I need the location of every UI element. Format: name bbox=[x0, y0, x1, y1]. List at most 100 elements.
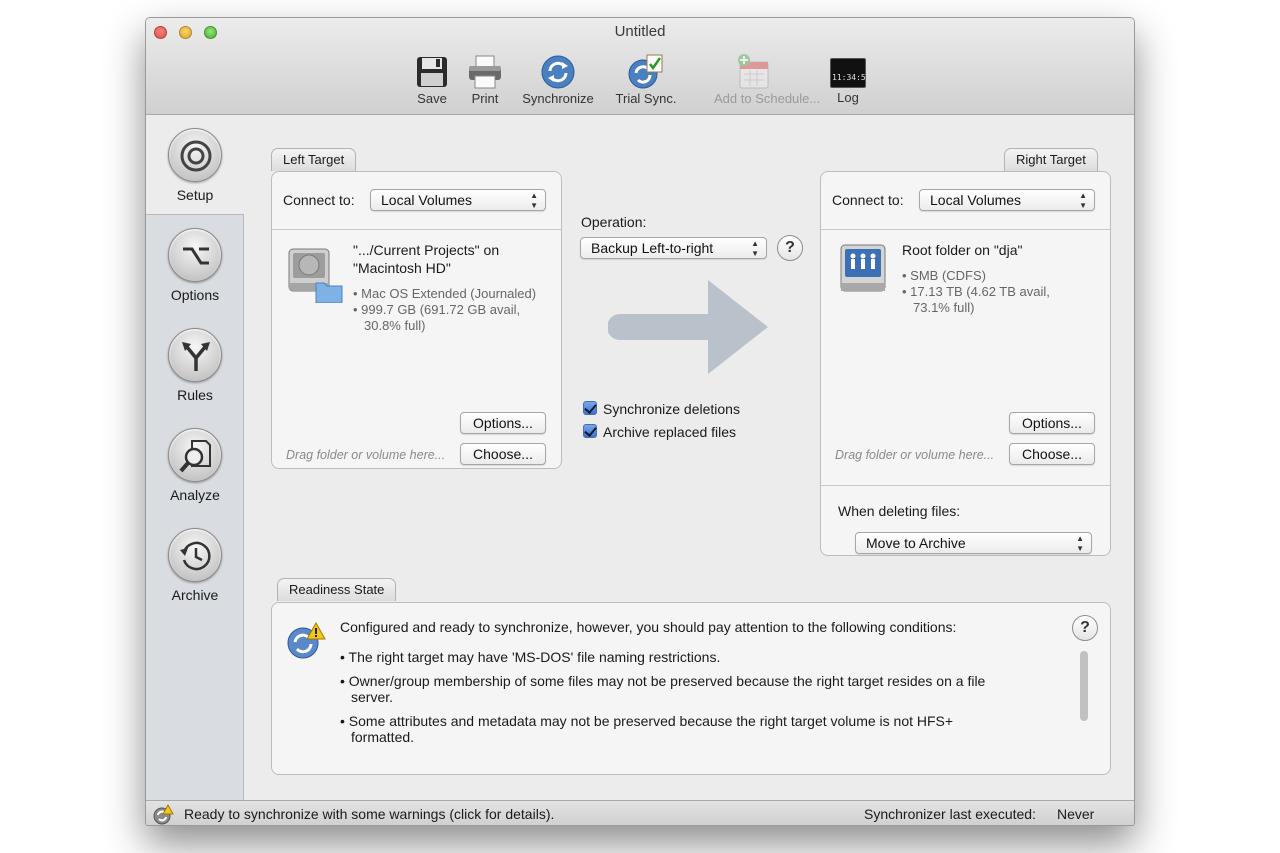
terminal-log-icon: 11:34:5 bbox=[830, 58, 866, 88]
right-choose-button[interactable]: Choose... bbox=[1009, 443, 1095, 465]
right-divider-bottom bbox=[821, 485, 1110, 486]
list-item: • Owner/group membership of some files m… bbox=[340, 673, 1040, 705]
print-label: Print bbox=[471, 91, 499, 106]
sidebar-label-analyze: Analyze bbox=[170, 487, 220, 503]
left-choose-button[interactable]: Choose... bbox=[460, 443, 546, 465]
sync-icon bbox=[541, 55, 575, 89]
last-executed-value: Never bbox=[1057, 806, 1095, 822]
bullet-line: • Owner/group membership of some files m… bbox=[340, 673, 986, 689]
right-target-panel: Connect to: Local Volumes ▲ ▼ Root folder… bbox=[820, 171, 1111, 556]
sidebar-item-setup[interactable]: Setup bbox=[146, 128, 244, 203]
trial-sync-label: Trial Sync. bbox=[615, 91, 677, 106]
popup-arrows-icon: ▲ ▼ bbox=[751, 239, 759, 258]
right-capacity-line2: 73.1% full) bbox=[913, 300, 975, 315]
sidebar-label-options: Options bbox=[170, 287, 220, 303]
right-divider bbox=[821, 229, 1110, 230]
right-format-text: SMB (CDFS) bbox=[910, 268, 987, 283]
sync-deletions-checkbox[interactable] bbox=[583, 401, 597, 415]
left-divider bbox=[272, 229, 561, 230]
log-label: Log bbox=[837, 90, 859, 105]
right-capacity-text: 17.13 TB (4.62 TB avail, bbox=[910, 284, 1050, 299]
calendar-add-icon bbox=[738, 54, 769, 89]
deleting-files-value: Move to Archive bbox=[866, 535, 966, 551]
left-capacity-line2: 30.8% full) bbox=[364, 318, 426, 333]
readiness-headline: Configured and ready to synchronize, how… bbox=[340, 619, 957, 635]
readiness-help-button[interactable]: ? bbox=[1072, 615, 1098, 641]
left-folder-name-line1: ".../Current Projects" on bbox=[353, 242, 500, 258]
readiness-scrollbar[interactable] bbox=[1080, 649, 1088, 759]
popup-arrows-icon: ▲ ▼ bbox=[530, 191, 538, 210]
left-connect-label: Connect to: bbox=[283, 192, 355, 208]
last-executed-label: Synchronizer last executed: bbox=[864, 806, 1036, 822]
readiness-panel: Configured and ready to synchronize, how… bbox=[271, 602, 1111, 775]
deleting-files-label: When deleting files: bbox=[838, 503, 961, 519]
options-button-face bbox=[168, 228, 222, 282]
left-target-tab: Left Target bbox=[271, 148, 357, 171]
readiness-tab: Readiness State bbox=[277, 578, 397, 601]
analyze-button-face bbox=[168, 428, 222, 482]
sidebar-item-archive[interactable]: Archive bbox=[146, 528, 244, 603]
right-capacity-line1: • 17.13 TB (4.62 TB avail, bbox=[902, 284, 1050, 299]
right-target-tab: Right Target bbox=[1004, 148, 1098, 171]
deleting-files-popup[interactable]: Move to Archive ▲ ▼ bbox=[855, 532, 1092, 554]
add-to-schedule-label: Add to Schedule... bbox=[714, 91, 821, 106]
status-sync-warning-icon[interactable] bbox=[152, 804, 174, 826]
sidebar-item-analyze[interactable]: Analyze bbox=[146, 428, 244, 503]
left-folder-name-line2: "Macintosh HD" bbox=[353, 260, 451, 276]
left-format-text: Mac OS Extended (Journaled) bbox=[361, 286, 537, 301]
print-button[interactable]: Print bbox=[445, 54, 525, 106]
readiness-list: • The right target may have 'MS-DOS' fil… bbox=[340, 649, 1060, 759]
operation-label: Operation: bbox=[581, 214, 647, 230]
hard-drive-icon bbox=[288, 248, 343, 303]
synchronize-button[interactable]: Synchronize bbox=[518, 54, 598, 106]
list-item: • Some attributes and metadata may not b… bbox=[340, 713, 1040, 745]
left-options-button[interactable]: Options... bbox=[460, 412, 546, 434]
sidebar-item-options[interactable]: Options bbox=[146, 228, 244, 303]
sync-warning-icon bbox=[287, 621, 326, 659]
sidebar-item-rules[interactable]: Rules bbox=[146, 328, 244, 403]
right-connect-label: Connect to: bbox=[832, 192, 904, 208]
right-connect-value: Local Volumes bbox=[930, 192, 1022, 208]
rules-button-face bbox=[168, 328, 222, 382]
sync-deletions-label[interactable]: Synchronize deletions bbox=[603, 401, 740, 417]
bullet-line: • The right target may have 'MS-DOS' fil… bbox=[340, 649, 721, 665]
bullet-line-cont: formatted. bbox=[351, 729, 415, 745]
log-button[interactable]: 11:34:5 Log bbox=[808, 54, 888, 105]
bullet-line: • Some attributes and metadata may not b… bbox=[340, 713, 954, 729]
sidebar: Setup Options Rules Analyze Archive bbox=[146, 116, 244, 800]
setup-button-face bbox=[168, 128, 222, 182]
popup-arrows-icon: ▲ ▼ bbox=[1079, 191, 1087, 210]
sidebar-label-setup: Setup bbox=[176, 187, 214, 203]
archive-replaced-label[interactable]: Archive replaced files bbox=[603, 424, 736, 440]
app-window: Untitled Save Print Synchronize Trial Sy… bbox=[145, 17, 1135, 826]
trial-sync-button[interactable]: Trial Sync. bbox=[606, 54, 686, 106]
right-folder-name: Root folder on "dja" bbox=[902, 242, 1023, 258]
right-connect-popup[interactable]: Local Volumes ▲ ▼ bbox=[919, 189, 1095, 211]
status-message[interactable]: Ready to synchronize with some warnings … bbox=[184, 806, 554, 822]
printer-icon bbox=[469, 55, 501, 89]
branch-arrows-icon bbox=[182, 342, 210, 371]
left-format: • Mac OS Extended (Journaled) bbox=[353, 286, 537, 301]
left-capacity-line1: • 999.7 GB (691.72 GB avail, bbox=[353, 302, 521, 317]
synchronize-label: Synchronize bbox=[522, 91, 594, 106]
operation-popup[interactable]: Backup Left-to-right ▲ ▼ bbox=[580, 237, 767, 259]
bullet-line-cont: server. bbox=[351, 689, 394, 705]
clock-history-icon bbox=[180, 541, 211, 571]
add-to-schedule-button[interactable]: Add to Schedule... bbox=[714, 54, 821, 106]
right-options-button[interactable]: Options... bbox=[1009, 412, 1095, 434]
list-item: • The right target may have 'MS-DOS' fil… bbox=[340, 649, 1040, 665]
left-connect-popup[interactable]: Local Volumes ▲ ▼ bbox=[370, 189, 546, 211]
left-drag-hint: Drag folder or volume here... bbox=[286, 448, 446, 462]
archive-replaced-checkbox[interactable] bbox=[583, 424, 597, 438]
option-key-icon bbox=[183, 247, 209, 265]
operation-help-button[interactable]: ? bbox=[777, 235, 803, 261]
sidebar-label-rules: Rules bbox=[177, 387, 213, 403]
archive-button-face bbox=[168, 528, 222, 582]
log-icon-text: 11:34:5 bbox=[832, 73, 866, 82]
left-connect-value: Local Volumes bbox=[381, 192, 473, 208]
trial-sync-icon bbox=[628, 54, 663, 89]
popup-arrows-icon: ▲ ▼ bbox=[1076, 534, 1084, 553]
scrollbar-thumb[interactable] bbox=[1080, 651, 1088, 721]
right-format: • SMB (CDFS) bbox=[902, 268, 987, 283]
status-bar: Ready to synchronize with some warnings … bbox=[146, 800, 1134, 826]
